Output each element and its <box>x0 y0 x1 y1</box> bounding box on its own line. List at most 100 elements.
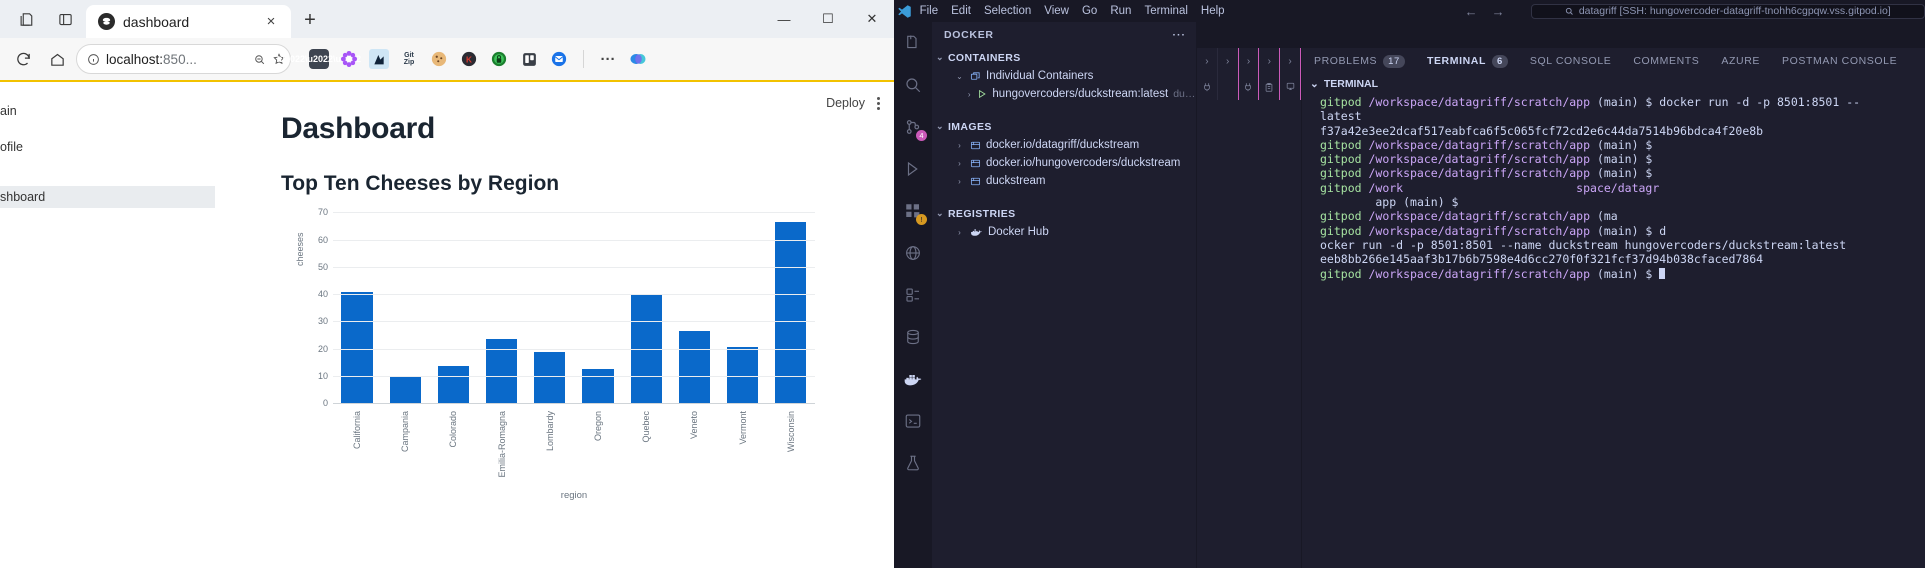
chart-bar[interactable] <box>534 352 566 404</box>
panel-tab-problems[interactable]: PROBLEMS 17 <box>1314 54 1405 68</box>
remote-window-icon[interactable] <box>1280 74 1301 100</box>
cookie-icon[interactable] <box>429 49 449 69</box>
gitzip-icon[interactable]: Git Zip <box>399 49 419 69</box>
panel-tab-azure[interactable]: AZURE <box>1721 55 1760 67</box>
panel-tab-terminal[interactable]: TERMINAL 6 <box>1427 54 1508 68</box>
copilot-icon[interactable] <box>628 49 648 69</box>
docker-tree-row[interactable]: › docker.io/hungovercoders/duckstream <box>932 154 1196 172</box>
search-icon[interactable] <box>900 72 926 98</box>
chevron-icon[interactable]: ⌄ <box>954 72 965 81</box>
docker-tree-row[interactable]: ⌄ Individual Containers <box>932 67 1196 85</box>
section-header[interactable]: ⌄ REGISTRIES <box>932 204 1196 223</box>
chevron-icon[interactable]: › <box>954 228 965 237</box>
remote-explorer-icon[interactable] <box>900 240 926 266</box>
chart-bar-group[interactable]: Emilia-Romagna <box>480 208 523 478</box>
chevron-icon[interactable]: › <box>966 90 972 99</box>
maximize-button[interactable]: ☐ <box>806 0 850 38</box>
more-actions-icon[interactable]: ··· <box>1173 29 1187 41</box>
reload-icon[interactable] <box>8 44 38 74</box>
keeper-icon[interactable] <box>369 49 389 69</box>
close-window-button[interactable]: ✕ <box>850 0 894 38</box>
chart-bar[interactable] <box>630 295 662 404</box>
collections-icon[interactable] <box>10 2 44 36</box>
address-bar[interactable]: localhost:850... <box>76 44 291 74</box>
panel-tab-comments[interactable]: COMMENTS <box>1633 55 1699 67</box>
chart-bar-group[interactable]: Wisconsin <box>769 208 812 452</box>
chevron-down-icon[interactable]: ⌄ <box>936 121 944 132</box>
section-header[interactable]: ⌄ IMAGES <box>932 117 1196 136</box>
chart-bar[interactable] <box>437 365 470 404</box>
close-icon[interactable]: × <box>261 12 281 32</box>
lastpass-icon[interactable] <box>489 49 509 69</box>
menu-item-run[interactable]: Run <box>1110 5 1131 17</box>
docker-tree-row[interactable]: › duckstream <box>932 172 1196 190</box>
chevron-down-icon[interactable]: ⌄ <box>936 208 944 219</box>
menu-item-view[interactable]: View <box>1044 5 1069 17</box>
chart-bar[interactable] <box>582 368 614 404</box>
chart-bar-group[interactable]: Campania <box>384 208 427 452</box>
sidebar-item-dashboard[interactable]: shboard <box>0 186 215 208</box>
panel-tab-postman-console[interactable]: POSTMAN CONSOLE <box>1782 55 1897 67</box>
chart-bar-group[interactable]: Quebec <box>625 208 668 443</box>
outlook-icon[interactable] <box>549 49 569 69</box>
docker-tree-row[interactable]: › Docker Hub <box>932 223 1196 241</box>
chevron-down-icon[interactable]: ⌄ <box>936 52 944 63</box>
beaker-icon[interactable] <box>900 450 926 476</box>
arrow-right-icon[interactable]: → <box>1492 4 1505 19</box>
arrow-left-icon[interactable]: ← <box>1465 4 1478 19</box>
clipboard-icon[interactable] <box>1259 74 1281 100</box>
chevron-icon[interactable]: › <box>954 141 965 150</box>
panel-tab-sql-console[interactable]: SQL CONSOLE <box>1530 55 1611 67</box>
kaspersky-icon[interactable]: K <box>459 49 479 69</box>
menu-item-help[interactable]: Help <box>1201 5 1225 17</box>
settings-flower-icon[interactable] <box>339 49 359 69</box>
menu-item-edit[interactable]: Edit <box>951 5 971 17</box>
chart-bar-group[interactable]: Lombardy <box>528 208 571 451</box>
chevron-right-icon[interactable]: › <box>1280 48 1301 74</box>
menu-item-go[interactable]: Go <box>1082 5 1097 17</box>
database-icon[interactable] <box>900 324 926 350</box>
sidebar-item-profile[interactable]: ofile <box>0 136 215 158</box>
terminal-output[interactable]: gitpod /workspace/datagriff/scratch/app … <box>1302 93 1925 568</box>
docker-tree-row[interactable]: › docker.io/datagriff/duckstream <box>932 136 1196 154</box>
menu-item-selection[interactable]: Selection <box>984 5 1031 17</box>
chart-bar-group[interactable]: Vermont <box>721 208 764 445</box>
chart-bar-group[interactable]: Veneto <box>673 208 716 439</box>
extensions-icon[interactable]: ! <box>900 198 927 225</box>
plug-icon[interactable] <box>1197 74 1218 100</box>
home-icon[interactable] <box>42 44 72 74</box>
chevron-right-icon[interactable]: › <box>1197 48 1218 74</box>
section-header[interactable]: ⌄ CONTAINERS <box>932 48 1196 67</box>
chevron-right-icon[interactable]: › <box>1259 48 1281 74</box>
chart-bar-group[interactable]: Colorado <box>432 208 475 448</box>
source-control-icon[interactable]: 4 <box>900 114 927 141</box>
testing-icon[interactable] <box>900 282 926 308</box>
chevron-icon[interactable]: › <box>954 177 965 186</box>
vscode-search-bar[interactable]: datagriff [SSH: hungovercoder-datagriff-… <box>1530 3 1925 19</box>
deploy-button[interactable]: Deploy <box>826 96 865 110</box>
chart-bar[interactable] <box>389 376 421 404</box>
kebab-menu-icon[interactable] <box>877 96 880 110</box>
trello-icon[interactable] <box>519 49 539 69</box>
chevron-right-icon[interactable]: › <box>1218 48 1239 74</box>
browser-tab[interactable]: dashboard × <box>86 5 291 38</box>
plug-icon[interactable] <box>1239 74 1260 100</box>
menu-item-file[interactable]: File <box>920 5 939 17</box>
chevron-right-icon[interactable]: › <box>1239 48 1260 74</box>
more-options-icon[interactable]: ··· <box>598 49 618 69</box>
minimize-button[interactable]: — <box>762 0 806 38</box>
sidebar-item-main[interactable]: ain <box>0 100 215 122</box>
extension-dots-icon[interactable]: \u2022\u2022\u2022 <box>277 49 361 69</box>
run-debug-icon[interactable] <box>900 156 926 182</box>
chart-bar[interactable] <box>678 330 711 404</box>
chevron-down-icon[interactable]: ⌄ <box>1310 78 1319 90</box>
menu-item-terminal[interactable]: Terminal <box>1144 5 1187 17</box>
chevron-icon[interactable]: › <box>954 159 965 168</box>
terminal-panel-icon[interactable] <box>900 408 926 434</box>
new-tab-button[interactable]: + <box>295 5 325 35</box>
split-screen-icon[interactable] <box>48 2 82 36</box>
chart-bar-group[interactable]: California <box>335 208 378 449</box>
docker-tree-row[interactable]: › hungovercoders/duckstream:latest duckst.… <box>932 85 1196 103</box>
zoom-out-icon[interactable] <box>253 53 266 66</box>
explorer-icon[interactable] <box>900 30 926 56</box>
